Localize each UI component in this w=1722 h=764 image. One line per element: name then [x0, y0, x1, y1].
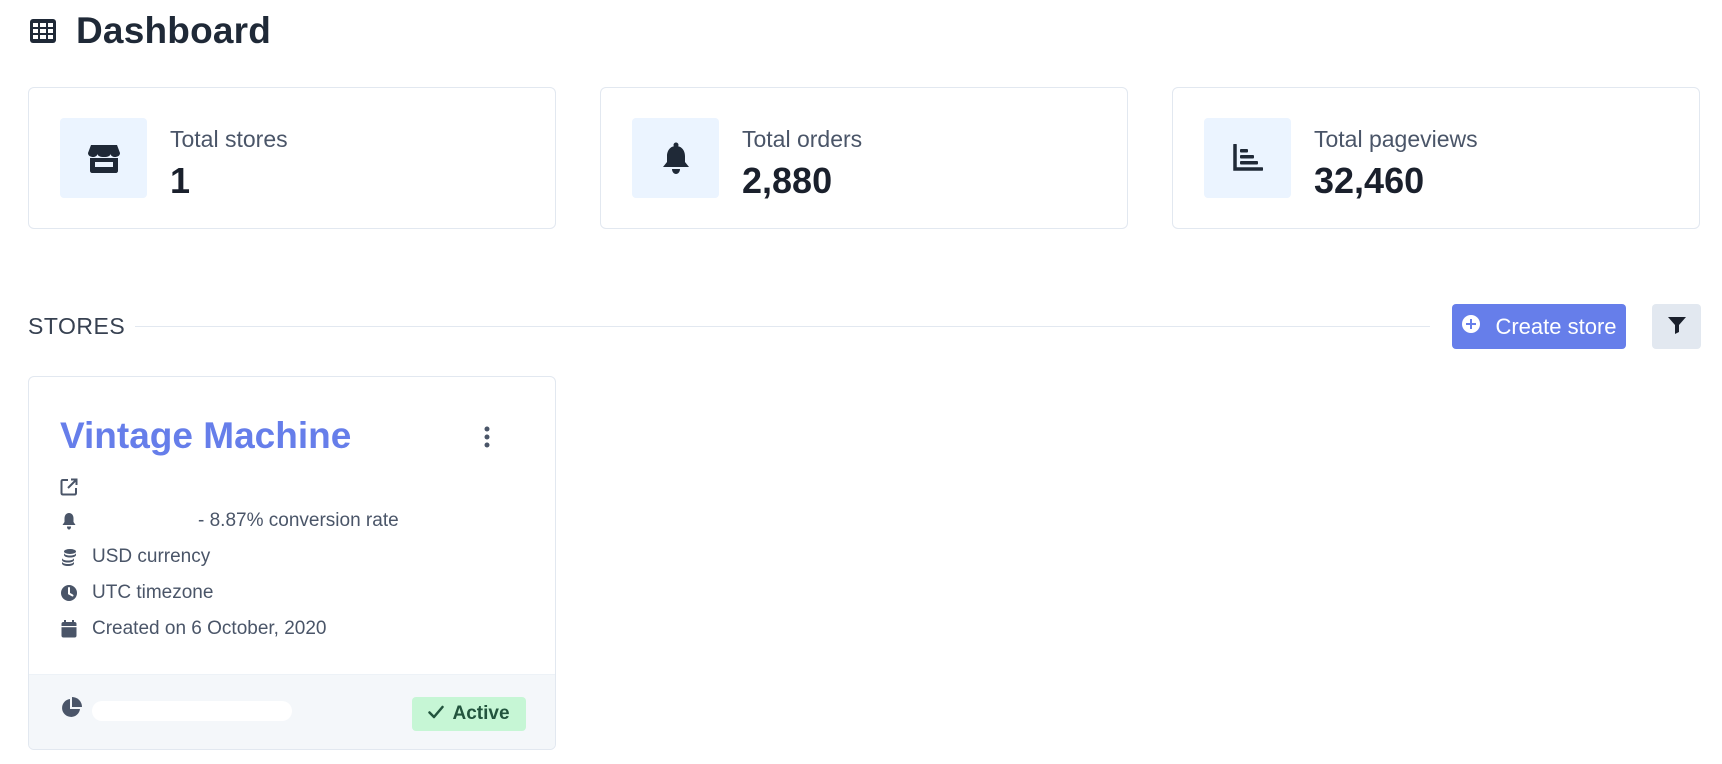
create-store-label: Create store: [1495, 313, 1617, 339]
store-name-link[interactable]: Vintage Machine: [60, 415, 351, 457]
store-currency-row: USD currency: [60, 543, 210, 571]
pie-chart-icon: [60, 697, 82, 725]
stat-value: 32,460: [1314, 160, 1425, 201]
check-icon: [428, 703, 445, 725]
timezone-text: UTC timezone: [92, 582, 214, 603]
calendar-icon: [60, 620, 78, 638]
redacted-orders: [92, 513, 192, 529]
stat-value: 1: [170, 160, 191, 201]
bar-chart-icon: [1204, 118, 1291, 198]
section-title-stores: STORES: [28, 313, 126, 339]
store-icon: [60, 118, 147, 198]
stat-label: Total orders: [742, 126, 863, 152]
stat-label: Total pageviews: [1314, 126, 1478, 152]
plus-circle-icon: [1461, 314, 1481, 340]
store-created-row: Created on 6 October, 2020: [60, 615, 327, 643]
clock-icon: [60, 584, 78, 602]
external-link-icon[interactable]: [60, 478, 78, 496]
more-options-icon[interactable]: [475, 421, 499, 453]
store-timezone-row: UTC timezone: [60, 579, 213, 607]
store-url-row: [60, 473, 352, 501]
stat-card-total-pageviews: Total pageviews 32,460: [1172, 87, 1700, 229]
store-orders-row: - 8.87% conversion rate: [60, 507, 399, 535]
status-badge: Active: [412, 697, 526, 731]
store-card: Vintage Machine - 8.87% conversion rate: [28, 376, 556, 750]
status-label: Active: [452, 703, 510, 724]
table-grid-icon: [28, 16, 58, 46]
filter-icon: [1667, 316, 1687, 337]
conversion-rate-text: - 8.87% conversion rate: [198, 510, 399, 531]
stat-card-total-orders: Total orders 2,880: [600, 87, 1128, 229]
stat-label: Total stores: [170, 126, 288, 152]
filter-button[interactable]: [1652, 304, 1701, 349]
bell-icon: [60, 512, 78, 530]
stat-value: 2,880: [742, 160, 833, 201]
created-date-text: Created on 6 October, 2020: [92, 618, 327, 639]
bell-icon: [632, 118, 719, 198]
currency-text: USD currency: [92, 546, 211, 567]
redacted-pageviews: [92, 701, 292, 721]
redacted-url: [92, 478, 352, 496]
section-divider: [135, 326, 1430, 327]
coins-icon: [60, 548, 78, 566]
stat-card-total-stores: Total stores 1: [28, 87, 556, 229]
create-store-button[interactable]: Create store: [1452, 304, 1626, 349]
store-card-footer: Active: [29, 674, 555, 749]
page-header: Dashboard: [28, 8, 271, 54]
store-pageviews[interactable]: [60, 697, 292, 725]
page-title: Dashboard: [76, 10, 272, 51]
